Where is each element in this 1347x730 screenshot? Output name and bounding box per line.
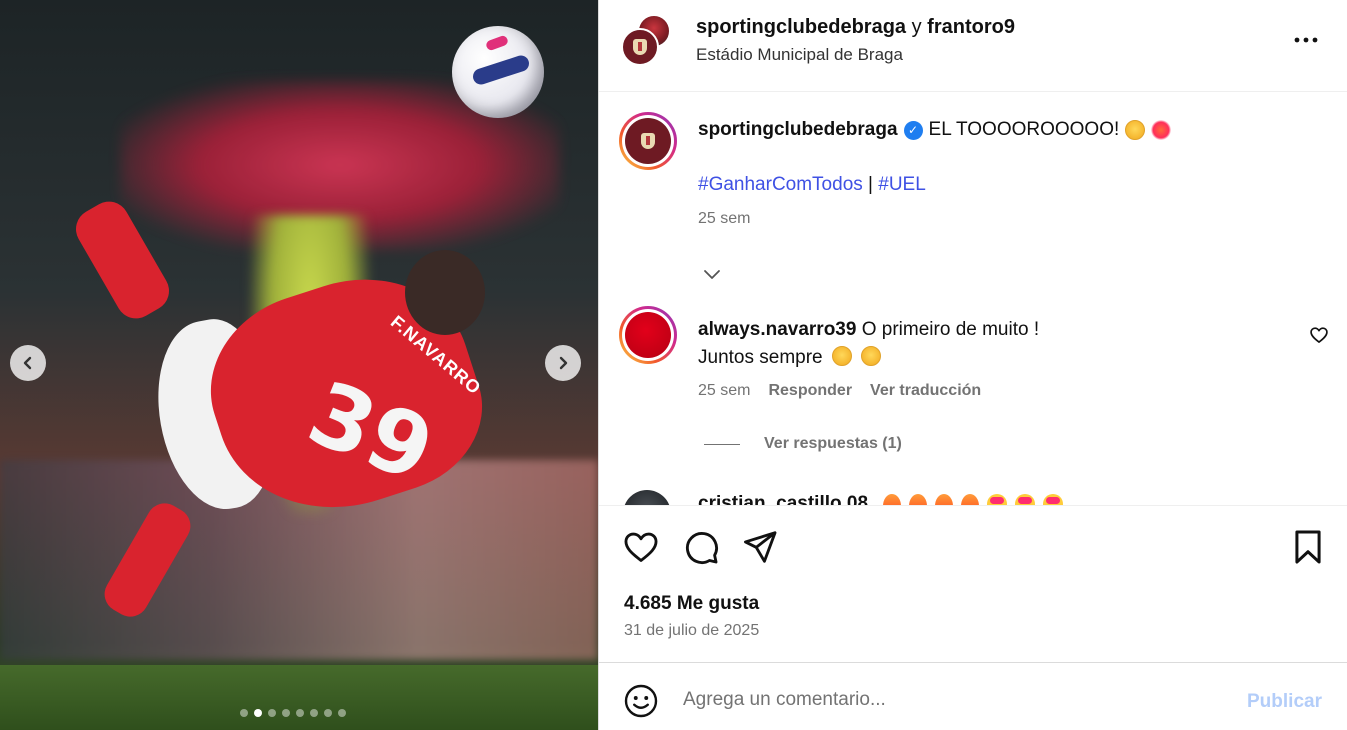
share-icon <box>744 531 777 563</box>
location-link[interactable]: Estádio Municipal de Braga <box>696 45 903 65</box>
add-comment-bar: Publicar <box>599 663 1347 730</box>
pleading-face-emoji-icon <box>831 346 852 366</box>
heart-icon <box>624 532 658 562</box>
club-crest-icon <box>633 39 647 55</box>
comment-meta: 25 sem Responder Ver traducción <box>698 382 981 400</box>
comment-sort-dropdown[interactable] <box>695 268 721 280</box>
verified-icon: ✓ <box>903 120 923 140</box>
carousel-dots <box>240 709 346 717</box>
avatar-ring-gap <box>622 309 674 361</box>
post-media: F.NAVARRO 39 <box>0 0 598 730</box>
post-actions: 4.685 Me gusta 31 de julio de 2025 <box>599 505 1347 663</box>
carousel-dot <box>240 709 248 717</box>
heart-eyes-emoji-icon <box>1043 493 1064 505</box>
post-authors: sportingclubedebraga y frantoro9 <box>696 16 1015 39</box>
hashtag-link[interactable]: #UEL <box>878 174 926 195</box>
heart-icon <box>1310 327 1328 343</box>
carousel-dot <box>268 709 276 717</box>
fire-emoji-icon <box>909 493 928 505</box>
avatar-sportingclubedebraga[interactable] <box>621 28 659 66</box>
caption-timestamp[interactable]: 25 sem <box>698 210 750 228</box>
pleading-face-emoji-icon <box>861 346 882 366</box>
previous-slide-button[interactable] <box>10 345 46 381</box>
post-date[interactable]: 31 de julio de 2025 <box>624 622 759 640</box>
heart-eyes-emoji-icon <box>987 493 1008 505</box>
more-options-button[interactable] <box>1291 28 1321 52</box>
author-link[interactable]: sportingclubedebraga <box>696 16 906 38</box>
view-replies-button[interactable]: Ver respuestas (1) <box>704 435 902 453</box>
post-header: sportingclubedebraga y frantoro9 Estádio… <box>599 0 1347 92</box>
replies-divider <box>704 443 740 445</box>
fire-emoji-icon <box>935 493 954 505</box>
comments-section[interactable]: sportingclubedebraga ✓ EL TOOOOROOOOO! #… <box>599 92 1347 505</box>
post-panel: sportingclubedebraga y frantoro9 Estádio… <box>598 0 1347 730</box>
collision-emoji-icon <box>1151 120 1172 140</box>
save-button[interactable] <box>1289 528 1327 566</box>
comment-username[interactable]: cristian_castillo.08 <box>698 493 868 505</box>
view-replies-label: Ver respuestas (1) <box>764 435 902 452</box>
reply-button[interactable]: Responder <box>768 382 852 400</box>
chevron-left-icon <box>23 356 32 370</box>
exploding-head-emoji-icon <box>1125 120 1146 140</box>
collab-avatars[interactable] <box>621 14 673 66</box>
carousel-dot-active <box>254 709 262 717</box>
more-icon <box>1294 37 1318 43</box>
caption-avatar[interactable] <box>619 112 677 170</box>
bookmark-icon <box>1295 530 1321 564</box>
avatar-image <box>625 312 671 358</box>
caption-text: EL TOOOOROOOOO! <box>928 119 1120 140</box>
comment-input[interactable] <box>683 685 1223 715</box>
football <box>452 26 544 118</box>
comment-avatar[interactable] <box>623 490 671 505</box>
carousel-dot <box>324 709 332 717</box>
fire-emoji-icon <box>961 493 980 505</box>
author-link[interactable]: frantoro9 <box>927 16 1015 38</box>
author-joiner: y <box>911 16 922 38</box>
avatar-image <box>625 118 671 164</box>
caption-hashtags: #GanharComTodos | #UEL <box>698 174 926 196</box>
caption-username[interactable]: sportingclubedebraga <box>698 119 898 141</box>
carousel-dot <box>338 709 346 717</box>
comment-username[interactable]: always.navarro39 <box>698 319 856 340</box>
post-dialog: F.NAVARRO 39 sportingclubedebraga y fran… <box>0 0 1347 730</box>
comment-timestamp[interactable]: 25 sem <box>698 382 750 400</box>
like-button[interactable] <box>622 528 660 566</box>
chevron-down-icon <box>704 270 720 279</box>
comment-button[interactable] <box>682 528 720 566</box>
hashtag-link[interactable]: #GanharComTodos <box>698 174 863 195</box>
hashtag-separator: | <box>868 174 873 195</box>
likes-count[interactable]: 4.685 Me gusta <box>624 593 759 615</box>
comment-emojis <box>883 493 1064 505</box>
carousel-dot <box>282 709 290 717</box>
avatar-ring-gap <box>622 115 674 167</box>
pitch-grass <box>0 665 598 730</box>
comment-body: cristian_castillo.08 <box>698 493 1064 505</box>
carousel-dot <box>296 709 304 717</box>
comment-body: always.navarro39 O primeiro de muito ! J… <box>698 316 1039 372</box>
comment-avatar[interactable] <box>619 306 677 364</box>
chevron-right-icon <box>559 356 568 370</box>
comment-text-line1: O primeiro de muito ! <box>861 319 1040 340</box>
comment-like-button[interactable] <box>1309 325 1329 345</box>
heart-eyes-emoji-icon <box>1015 493 1036 505</box>
emoji-picker-button[interactable] <box>623 683 659 719</box>
post-photo: F.NAVARRO 39 <box>0 0 598 730</box>
share-button[interactable] <box>741 528 779 566</box>
club-crest-icon <box>641 133 655 149</box>
carousel-dot <box>310 709 318 717</box>
caption: sportingclubedebraga ✓ EL TOOOOROOOOO! <box>698 119 1172 141</box>
next-slide-button[interactable] <box>545 345 581 381</box>
translate-button[interactable]: Ver traducción <box>870 382 981 400</box>
emoji-icon <box>624 684 658 718</box>
comment-icon <box>685 532 718 564</box>
publish-button[interactable]: Publicar <box>1247 691 1322 713</box>
player-head <box>405 250 485 335</box>
fire-emoji-icon <box>883 493 902 505</box>
comment-text-line2: Juntos sempre <box>698 347 823 368</box>
